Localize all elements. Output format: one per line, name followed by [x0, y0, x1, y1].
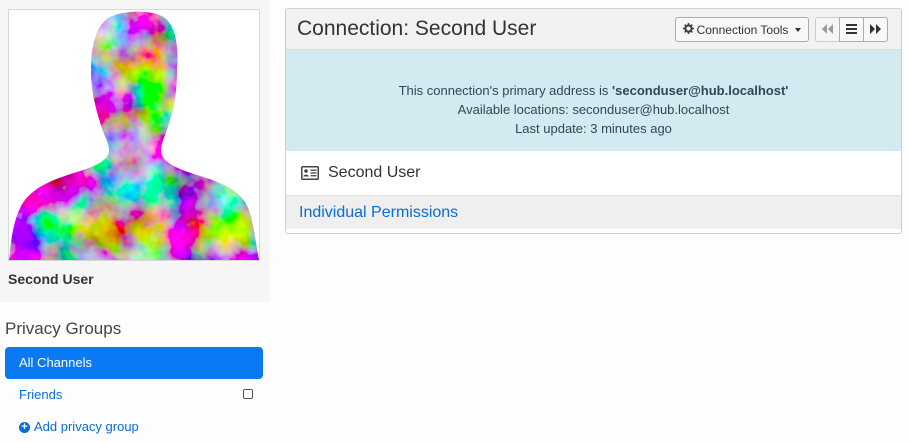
- primary-address: 'seconduser@hub.localhost': [612, 83, 789, 98]
- previous-button[interactable]: [815, 17, 840, 42]
- page-title: Connection: Second User: [297, 17, 537, 40]
- list-button[interactable]: [839, 17, 864, 42]
- profile-card: Second User: [0, 0, 270, 302]
- connection-info-alert: This connection's primary address is 'se…: [286, 50, 901, 151]
- individual-permissions-row: Individual Permissions: [286, 195, 901, 229]
- primary-address-line: This connection's primary address is 'se…: [286, 83, 901, 98]
- group-item-label: All Channels: [19, 355, 92, 370]
- privacy-groups-title: Privacy Groups: [5, 319, 122, 338]
- individual-permissions-link[interactable]: Individual Permissions: [299, 204, 458, 222]
- add-privacy-group-label: Add privacy group: [34, 419, 139, 434]
- list-icon: [846, 21, 857, 39]
- connection-display-name: Second User: [328, 164, 421, 181]
- double-left-icon: [822, 21, 833, 39]
- available-locations: Available locations: seconduser@hub.loca…: [457, 102, 730, 117]
- profile-photo[interactable]: [8, 9, 260, 261]
- connection-tools-label: Connection Tools: [696, 22, 789, 37]
- left-sidebar: Second User Privacy Groups All Channels …: [0, 0, 270, 438]
- double-right-icon: [870, 21, 881, 39]
- connection-tools-button[interactable]: Connection Tools: [675, 17, 809, 42]
- vcard-icon: [301, 166, 319, 180]
- profile-name: Second User: [8, 271, 94, 287]
- group-checkbox[interactable]: [243, 389, 253, 399]
- group-item-friends[interactable]: Friends: [5, 379, 263, 411]
- last-update: Last update: 3 minutes ago: [515, 121, 672, 136]
- privacy-groups-list: All Channels Friends + Add privacy group: [5, 347, 263, 443]
- navigation-button-group: [815, 17, 888, 42]
- panel-header: Connection: Second User Connection Tools: [286, 9, 901, 50]
- group-item-all-channels[interactable]: All Channels: [5, 347, 263, 379]
- gear-icon: [682, 22, 694, 37]
- connection-name-row: Second User: [286, 151, 901, 195]
- avatar: [9, 10, 259, 260]
- add-privacy-group-link[interactable]: + Add privacy group: [5, 411, 263, 443]
- primary-address-prefix: This connection's primary address is: [398, 83, 613, 98]
- next-button[interactable]: [863, 17, 888, 42]
- connection-panel: Connection: Second User Connection Tools: [285, 8, 902, 234]
- group-item-label: Friends: [19, 387, 63, 402]
- plus-circle-icon: +: [19, 421, 30, 433]
- chevron-down-icon: [795, 27, 802, 32]
